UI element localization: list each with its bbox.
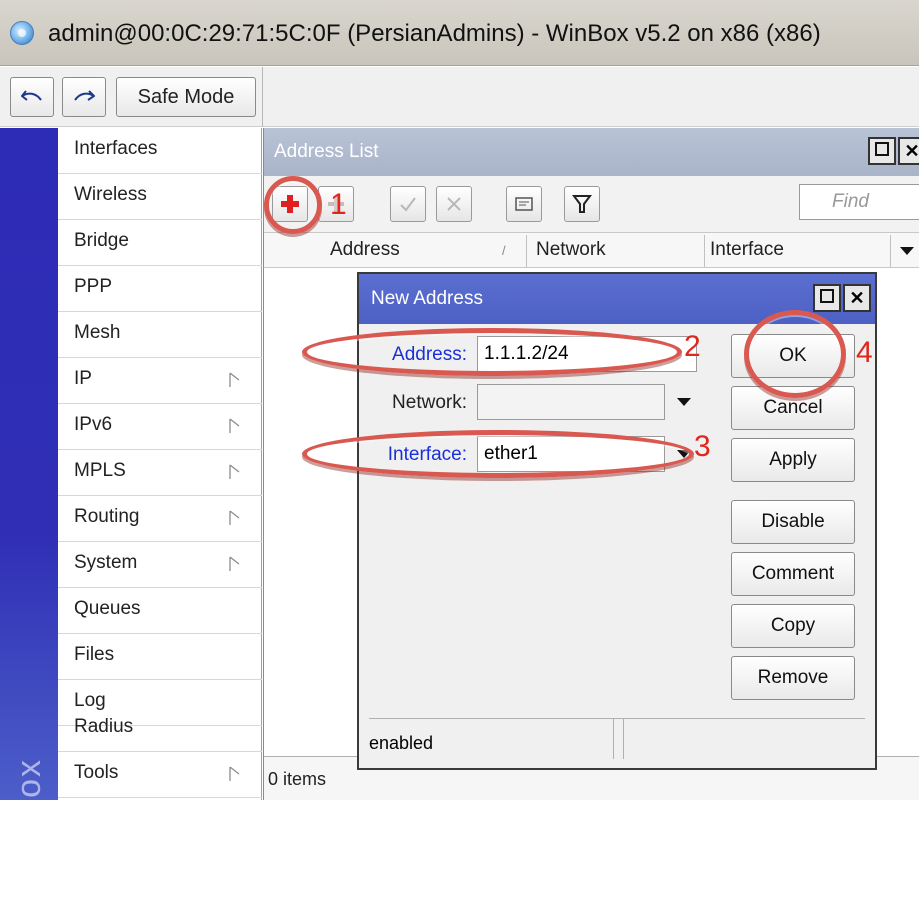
sidebar-item-mesh[interactable]: Mesh: [58, 312, 262, 358]
address-list-toolbar: Find: [264, 176, 919, 232]
sidebar-item-label: Interfaces: [74, 138, 158, 159]
sidebar-item-label: Bridge: [74, 230, 129, 251]
sidebar-item-bridge[interactable]: Bridge: [58, 220, 262, 266]
column-menu-dropdown[interactable]: [900, 247, 914, 255]
close-icon: ✕: [849, 288, 865, 308]
sidebar-item-label: Tools: [74, 762, 119, 783]
callout-ring-address: [302, 328, 682, 376]
column-address[interactable]: Address: [330, 239, 400, 261]
sidebar-item-ipv6[interactable]: IPv6: [58, 404, 262, 450]
sidebar-item-queues[interactable]: Queues: [58, 588, 262, 634]
column-divider: [890, 235, 891, 267]
sidebar-item-label: PPP: [74, 276, 113, 297]
sidebar-item-label: Radius: [74, 716, 134, 737]
network-dropdown-arrow[interactable]: [677, 398, 691, 406]
callout-number-4: 4: [856, 336, 873, 369]
dialog-title: New Address: [371, 288, 483, 309]
callout-ring-ok: [744, 310, 846, 398]
redo-icon: [74, 90, 95, 101]
toolbar-divider: [262, 67, 263, 127]
network-field[interactable]: [477, 384, 665, 420]
maximize-button[interactable]: [868, 137, 896, 165]
filter-icon: [572, 195, 592, 213]
sidebar-item-label: Queues: [74, 598, 141, 619]
maximize-icon: [820, 289, 834, 303]
dialog-maximize-button[interactable]: [813, 284, 841, 312]
submenu-arrow-icon: [229, 510, 240, 525]
main-toolbar: Safe Mode: [0, 67, 919, 127]
copy-button[interactable]: Copy: [731, 604, 855, 648]
sidebar-item-wireless[interactable]: Wireless: [58, 174, 262, 220]
comment-button[interactable]: Comment: [731, 552, 855, 596]
sidebar-item-label: Routing: [74, 506, 140, 527]
sidebar-menu: Interfaces Wireless Bridge PPP Mesh IP I…: [58, 128, 262, 800]
item-count: 0 items: [268, 769, 327, 789]
winbox-brand-label: nBox: [10, 758, 48, 844]
find-input[interactable]: Find: [799, 184, 919, 220]
dialog-close-button[interactable]: ✕: [843, 284, 871, 312]
callout-number-2: 2: [684, 330, 701, 363]
sidebar-item-radius[interactable]: Radius: [58, 706, 262, 752]
status-divider: [623, 719, 624, 759]
sidebar-item-mpls[interactable]: MPLS: [58, 450, 262, 496]
disable-button[interactable]: Disable: [731, 500, 855, 544]
title-bar: admin@00:0C:29:71:5C:0F (PersianAdmins) …: [0, 0, 919, 66]
status-divider: [613, 719, 614, 759]
undo-button[interactable]: [10, 77, 54, 117]
sidebar-item-label: IPv6: [74, 414, 113, 435]
sort-indicator-icon: /: [502, 243, 506, 258]
comment-icon: [515, 197, 533, 211]
submenu-arrow-icon: [229, 372, 240, 387]
safe-mode-button[interactable]: Safe Mode: [116, 77, 256, 117]
sidebar-item-label: IP: [74, 368, 92, 389]
address-list-titlebar: Address List ✕: [264, 128, 919, 176]
submenu-arrow-icon: [229, 418, 240, 433]
close-icon: ✕: [904, 141, 919, 161]
remove-button[interactable]: Remove: [731, 656, 855, 700]
sidebar-item-label: System: [74, 552, 138, 573]
sidebar-item-label: Files: [74, 644, 115, 665]
dialog-status-bar: enabled: [369, 718, 865, 760]
address-list-header: Address / Network Interface: [264, 232, 919, 268]
cross-icon: [447, 197, 461, 211]
checkmark-icon: [400, 197, 416, 212]
apply-button[interactable]: Apply: [731, 438, 855, 482]
submenu-arrow-icon: [229, 556, 240, 571]
submenu-arrow-icon: [229, 464, 240, 479]
window-title: admin@00:0C:29:71:5C:0F (PersianAdmins) …: [48, 20, 821, 47]
sidebar-item-system[interactable]: System: [58, 542, 262, 588]
callout-number-3: 3: [694, 430, 711, 463]
enable-button[interactable]: [390, 186, 426, 222]
sidebar-item-label: MPLS: [74, 460, 126, 481]
comment-toolbar-button[interactable]: [506, 186, 542, 222]
callout-ring-interface: [302, 430, 694, 478]
sidebar-item-ppp[interactable]: PPP: [58, 266, 262, 312]
close-button[interactable]: ✕: [898, 137, 919, 165]
callout-ring-add: [264, 176, 322, 234]
dialog-status-text: enabled: [369, 733, 434, 753]
redo-button[interactable]: [62, 77, 106, 117]
sidebar-item-ip[interactable]: IP: [58, 358, 262, 404]
filter-button[interactable]: [564, 186, 600, 222]
sidebar-brand-strip: nBox: [0, 128, 58, 844]
column-network[interactable]: Network: [536, 239, 606, 261]
column-interface[interactable]: Interface: [710, 239, 784, 261]
sidebar-item-interfaces[interactable]: Interfaces: [58, 128, 262, 174]
undo-icon: [21, 90, 42, 101]
sidebar-item-label: Mesh: [74, 322, 121, 343]
sidebar-item-tools[interactable]: Tools: [58, 752, 262, 798]
column-divider: [704, 235, 705, 267]
callout-number-1: 1: [330, 188, 347, 221]
disable-toolbar-button[interactable]: [436, 186, 472, 222]
submenu-arrow-icon: [229, 766, 240, 781]
column-divider: [526, 235, 527, 267]
address-list-title: Address List: [274, 141, 379, 162]
sidebar-item-routing[interactable]: Routing: [58, 496, 262, 542]
network-label: Network:: [392, 392, 467, 413]
sidebar-item-files[interactable]: Files: [58, 634, 262, 680]
sidebar-item-label: Wireless: [74, 184, 147, 205]
maximize-icon: [875, 142, 889, 156]
winbox-app-icon: [10, 21, 34, 45]
